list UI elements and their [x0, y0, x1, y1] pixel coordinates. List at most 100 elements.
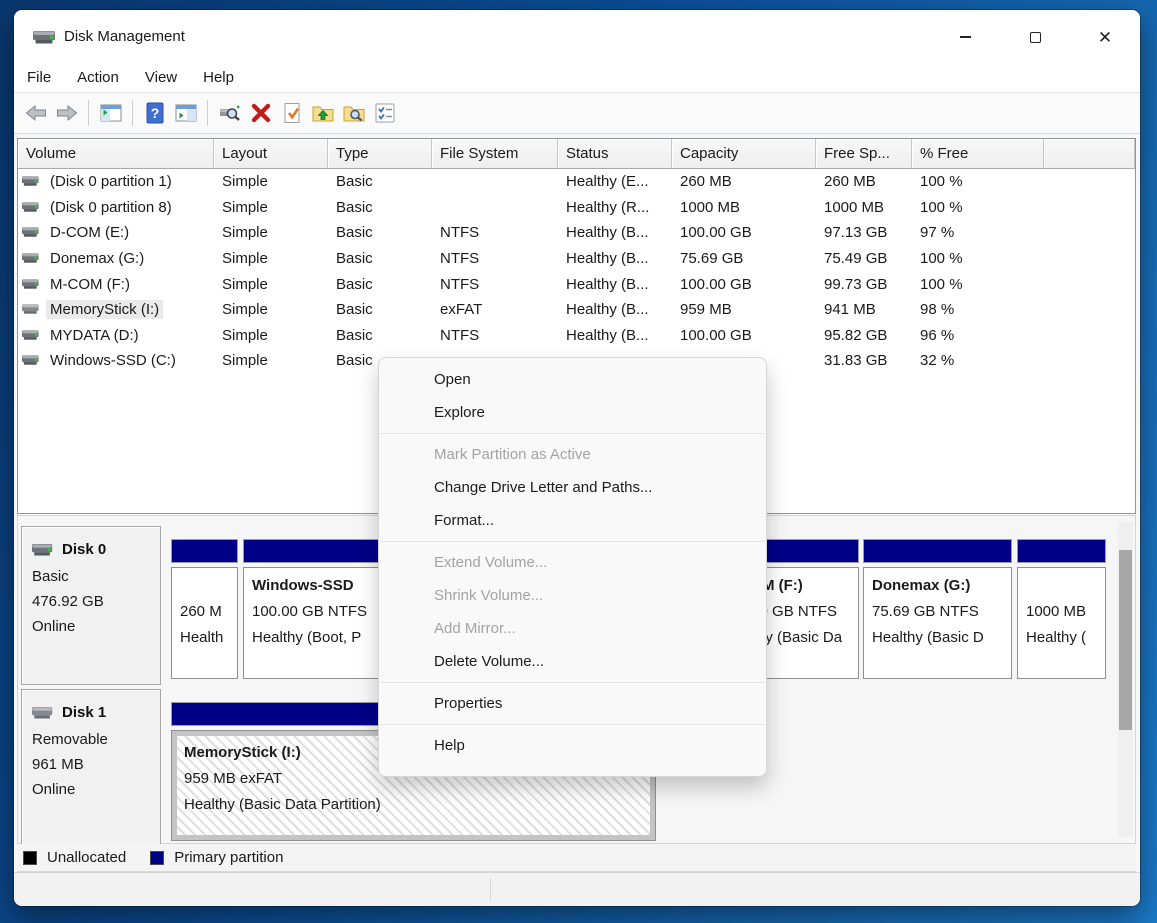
cell-pct: 32 %: [912, 352, 1044, 369]
task-list-icon: [373, 101, 397, 125]
volume-name: D-COM (E:): [46, 223, 133, 242]
menu-bar: File Action View Help: [14, 64, 1140, 92]
show-console-tree-button[interactable]: [97, 100, 124, 127]
cell-fs: exFAT: [432, 301, 558, 318]
maximize-button[interactable]: [1012, 10, 1058, 64]
cell-layout: Simple: [214, 301, 328, 318]
cell-layout: Simple: [214, 250, 328, 267]
volume-list-header: Volume Layout Type File System Status Ca…: [18, 139, 1135, 169]
menu-action[interactable]: Action: [64, 64, 132, 92]
table-row-selected[interactable]: MemoryStick (I:) Simple Basic exFAT Heal…: [18, 297, 1135, 323]
menu-item-extend-volume: Extend Volume...: [379, 546, 766, 579]
disk-status: Online: [32, 777, 150, 802]
scrollbar-thumb[interactable]: [1119, 550, 1132, 730]
cell-capacity: 100.00 GB: [672, 327, 816, 344]
header-status[interactable]: Status: [558, 139, 672, 169]
back-button[interactable]: [22, 100, 49, 127]
cell-layout: Simple: [214, 352, 328, 369]
menu-item-delete-volume[interactable]: Delete Volume...: [379, 645, 766, 678]
menu-view[interactable]: View: [132, 64, 190, 92]
menu-item-properties[interactable]: Properties: [379, 687, 766, 720]
disk-name: Disk 0: [62, 541, 106, 558]
volume-name: (Disk 0 partition 1): [46, 172, 176, 191]
partition-label: Donemax (G:): [872, 573, 1011, 599]
close-icon: ✕: [1098, 29, 1112, 46]
cell-fs: NTFS: [432, 276, 558, 293]
menu-separator: [380, 724, 765, 725]
disk1-info-panel[interactable]: Disk 1 Removable 961 MB Online: [21, 689, 161, 847]
toolbar-separator: [88, 100, 89, 126]
header-free-space[interactable]: Free Sp...: [816, 139, 912, 169]
back-icon: [24, 101, 48, 125]
menu-file[interactable]: File: [14, 64, 64, 92]
menu-item-open[interactable]: Open: [379, 363, 766, 396]
partition-size: 1000 MB: [1026, 599, 1105, 625]
cell-type: Basic: [328, 276, 432, 293]
partition-block[interactable]: Donemax (G:) 75.69 GB NTFS Healthy (Basi…: [863, 539, 1012, 679]
header-volume[interactable]: Volume: [18, 139, 214, 169]
menu-item-help[interactable]: Help: [379, 729, 766, 762]
check-document-button[interactable]: [278, 100, 305, 127]
rescan-disks-button[interactable]: [216, 100, 243, 127]
delete-button[interactable]: [247, 100, 274, 127]
table-row[interactable]: D-COM (E:) Simple Basic NTFS Healthy (B.…: [18, 220, 1135, 246]
partition-block[interactable]: 260 M Health: [171, 539, 238, 679]
table-row[interactable]: M-COM (F:) Simple Basic NTFS Healthy (B.…: [18, 271, 1135, 297]
header-capacity[interactable]: Capacity: [672, 139, 816, 169]
folder-up-button[interactable]: [309, 100, 336, 127]
unallocated-swatch: [23, 851, 37, 865]
cell-capacity: 1000 MB: [672, 199, 816, 216]
volume-name: M-COM (F:): [46, 275, 134, 294]
menu-help[interactable]: Help: [190, 64, 247, 92]
cell-pct: 100 %: [912, 173, 1044, 190]
table-row[interactable]: Donemax (G:) Simple Basic NTFS Healthy (…: [18, 246, 1135, 272]
header-pct-free[interactable]: % Free: [912, 139, 1044, 169]
disk-volume-icon: [22, 354, 41, 367]
disk-kind: Basic: [32, 564, 150, 589]
volume-name: MemoryStick (I:): [46, 300, 163, 319]
partition-size: 75.69 GB NTFS: [872, 599, 1011, 625]
table-row[interactable]: MYDATA (D:) Simple Basic NTFS Healthy (B…: [18, 323, 1135, 349]
menu-item-explore[interactable]: Explore: [379, 396, 766, 429]
partition-block[interactable]: 1000 MB Healthy (: [1017, 539, 1106, 679]
delete-x-icon: [249, 101, 273, 125]
minimize-button[interactable]: [942, 10, 988, 64]
header-layout[interactable]: Layout: [214, 139, 328, 169]
menu-item-change-drive-letter[interactable]: Change Drive Letter and Paths...: [379, 471, 766, 504]
menu-item-format[interactable]: Format...: [379, 504, 766, 537]
partition-color-bar: [171, 539, 238, 563]
close-button[interactable]: ✕: [1082, 10, 1128, 64]
folder-up-icon: [311, 101, 335, 125]
disk-volume-icon: [22, 252, 41, 265]
app-disk-icon: [32, 28, 56, 47]
task-list-button[interactable]: [371, 100, 398, 127]
header-file-system[interactable]: File System: [432, 139, 558, 169]
table-row[interactable]: (Disk 0 partition 1) Simple Basic Health…: [18, 169, 1135, 195]
cell-type: Basic: [328, 301, 432, 318]
header-type[interactable]: Type: [328, 139, 432, 169]
cell-free: 31.83 GB: [816, 352, 912, 369]
cell-type: Basic: [328, 173, 432, 190]
disk0-info-panel[interactable]: Disk 0 Basic 476.92 GB Online: [21, 526, 161, 685]
menu-separator: [380, 682, 765, 683]
help-button[interactable]: ?: [141, 100, 168, 127]
cell-pct: 98 %: [912, 301, 1044, 318]
forward-button[interactable]: [53, 100, 80, 127]
cell-pct: 97 %: [912, 224, 1044, 241]
disk-size: 961 MB: [32, 752, 150, 777]
svg-text:?: ?: [150, 105, 159, 121]
status-bar-divider: [490, 878, 491, 901]
menu-separator: [380, 541, 765, 542]
cell-pct: 100 %: [912, 276, 1044, 293]
disk-volume-icon: [22, 201, 41, 214]
primary-partition-swatch: [150, 851, 164, 865]
vertical-scrollbar[interactable]: [1118, 522, 1133, 837]
disk-size: 476.92 GB: [32, 589, 150, 614]
show-action-pane-button[interactable]: [172, 100, 199, 127]
table-row[interactable]: (Disk 0 partition 8) Simple Basic Health…: [18, 195, 1135, 221]
desktop-background: Disk Management ✕ File Action View Help: [0, 0, 1157, 923]
partition-health: Healthy (Basic Data Partition): [184, 792, 655, 818]
folder-search-button[interactable]: [340, 100, 367, 127]
cell-type: Basic: [328, 199, 432, 216]
cell-capacity: 100.00 GB: [672, 276, 816, 293]
